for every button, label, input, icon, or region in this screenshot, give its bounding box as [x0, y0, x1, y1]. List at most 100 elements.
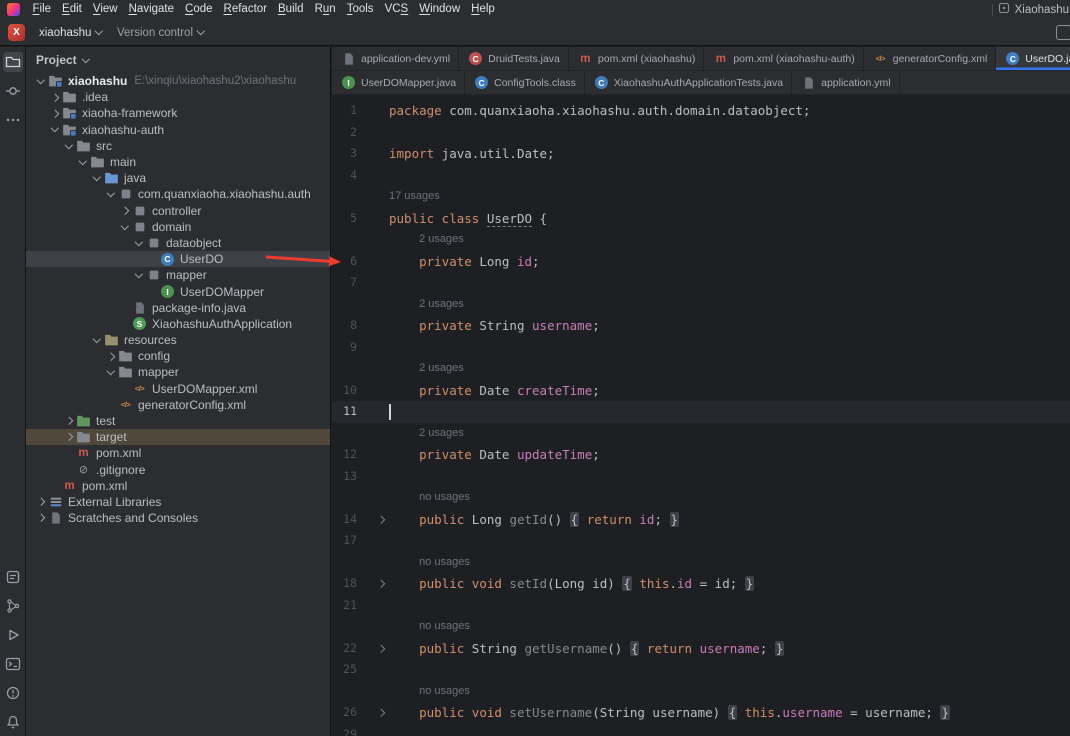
chevron-collapsed-icon[interactable]: [48, 89, 61, 105]
problems-icon[interactable]: [3, 683, 23, 703]
chevron-collapsed-icon[interactable]: [34, 510, 47, 526]
tree-item-domain[interactable]: domain: [26, 219, 330, 235]
tree-item-pom-xml[interactable]: m pom.xml: [26, 445, 330, 461]
chevron-collapsed-icon[interactable]: [118, 203, 131, 219]
editor-line-10[interactable]: 10 private Date createTime;: [332, 380, 1070, 402]
tree-item-xiaohashuauthapplication[interactable]: S XiaohashuAuthApplication: [26, 316, 330, 332]
tree-item-scratches-and-consoles[interactable]: Scratches and Consoles: [26, 510, 330, 526]
fold-collapsed-icon[interactable]: [357, 509, 389, 531]
toolbar-right-icon[interactable]: [1056, 25, 1070, 40]
tree-item-userdomapper[interactable]: I UserDOMapper: [26, 283, 330, 299]
tree-item-com-quanxiaoha-xiaohashu-auth[interactable]: com.quanxiaoha.xiaohashu.auth: [26, 186, 330, 202]
project-avatar[interactable]: X: [8, 24, 25, 41]
editor-line-4[interactable]: 4: [332, 165, 1070, 187]
tree-item-userdo[interactable]: C UserDO: [26, 251, 330, 268]
tree-item-target[interactable]: target: [26, 429, 330, 446]
usages-hint[interactable]: 2 usages: [332, 294, 1070, 316]
tab-userdomapper-java[interactable]: I UserDOMapper.java: [332, 71, 466, 94]
menu-file[interactable]: File: [27, 0, 57, 19]
chevron-expanded-icon[interactable]: [76, 154, 89, 170]
usages-hint[interactable]: 17 usages: [332, 186, 1070, 208]
chevron-collapsed-icon[interactable]: [34, 494, 47, 510]
editor-line-12[interactable]: 12 private Date updateTime;: [332, 444, 1070, 466]
tree-item-src[interactable]: src: [26, 138, 330, 154]
menu-help[interactable]: Help: [466, 0, 501, 19]
menu-edit[interactable]: Edit: [57, 0, 88, 19]
usages-hint[interactable]: no usages: [332, 487, 1070, 509]
editor-line-26[interactable]: 26 public void setUsername(String userna…: [332, 702, 1070, 724]
tree-item-resources[interactable]: resources: [26, 332, 330, 348]
chevron-collapsed-icon[interactable]: [48, 105, 61, 121]
chevron-expanded-icon[interactable]: [34, 73, 47, 89]
project-icon[interactable]: [2, 52, 23, 72]
editor-line-25[interactable]: 25: [332, 659, 1070, 681]
chevron-collapsed-icon[interactable]: [62, 413, 75, 429]
tree-item-test[interactable]: test: [26, 413, 330, 429]
terminal-icon[interactable]: [3, 654, 23, 674]
menu-run[interactable]: Run: [309, 0, 341, 19]
menu-vcs[interactable]: VCS: [379, 0, 414, 19]
project-selector[interactable]: xiaohashu: [33, 25, 108, 41]
chevron-expanded-icon[interactable]: [104, 186, 117, 202]
tree-item-xiaohashu-auth[interactable]: xiaohashu-auth: [26, 122, 330, 138]
editor-line-29[interactable]: 29: [332, 724, 1070, 736]
tab-generatorconfig-xml[interactable]: </> generatorConfig.xml: [864, 47, 997, 70]
editor-line-14[interactable]: 14 public Long getId() { return id; }: [332, 509, 1070, 531]
chevron-expanded-icon[interactable]: [132, 235, 145, 251]
tab-configtools-class[interactable]: C ConfigTools.class: [465, 71, 585, 94]
tab-application-yml[interactable]: application.yml: [792, 71, 900, 94]
editor-line-9[interactable]: 9: [332, 337, 1070, 359]
editor-line-21[interactable]: 21: [332, 595, 1070, 617]
tab-druidtests-java[interactable]: C DruidTests.java: [459, 47, 569, 70]
tree-item-mapper[interactable]: mapper: [26, 364, 330, 380]
menu-build[interactable]: Build: [273, 0, 310, 19]
vcs-selector[interactable]: Version control: [111, 25, 210, 41]
usages-hint[interactable]: 2 usages: [332, 423, 1070, 445]
menu-navigate[interactable]: Navigate: [123, 0, 179, 19]
more-icon[interactable]: [3, 110, 23, 130]
tree-item-xiaohashu[interactable]: xiaohashu E:\xinqiu\xiaohashu2\xiaohashu: [26, 73, 330, 89]
chevron-expanded-icon[interactable]: [90, 170, 103, 186]
tree-item-dataobject[interactable]: dataobject: [26, 235, 330, 251]
editor-line-5[interactable]: 5 public class UserDO {: [332, 208, 1070, 230]
tree-item-main[interactable]: main: [26, 154, 330, 170]
menu-code[interactable]: Code: [180, 0, 219, 19]
code-editor[interactable]: 1 package com.quanxiaoha.xiaohashu.auth.d…: [332, 95, 1070, 736]
tree-item-external-libraries[interactable]: External Libraries: [26, 494, 330, 510]
tab-pom-xml-xiaohashu-auth[interactable]: m pom.xml (xiaohashu-auth): [704, 47, 864, 70]
chevron-expanded-icon[interactable]: [90, 332, 103, 348]
editor-line-18[interactable]: 18 public void setId(Long id) { this.id …: [332, 573, 1070, 595]
editor-line-11[interactable]: 11: [332, 401, 1070, 423]
chevron-expanded-icon[interactable]: [132, 267, 145, 283]
tree-item-mapper[interactable]: mapper: [26, 267, 330, 283]
tab-application-dev-yml[interactable]: application-dev.yml: [332, 47, 460, 70]
tree-item-generatorconfig-xml[interactable]: </> generatorConfig.xml: [26, 397, 330, 413]
tree-item-gitignore[interactable]: ⊘ .gitignore: [26, 462, 330, 478]
tree-item-userdomapper-xml[interactable]: </> UserDOMapper.xml: [26, 381, 330, 397]
chevron-expanded-icon[interactable]: [62, 138, 75, 154]
menu-refactor[interactable]: Refactor: [218, 0, 272, 19]
editor-line-8[interactable]: 8 private String username;: [332, 315, 1070, 337]
usages-hint[interactable]: no usages: [332, 616, 1070, 638]
tree-item-idea[interactable]: .idea: [26, 89, 330, 105]
usages-hint[interactable]: no usages: [332, 681, 1070, 703]
structure-icon[interactable]: [3, 596, 23, 616]
editor-line-2[interactable]: 2: [332, 122, 1070, 144]
fold-collapsed-icon[interactable]: [357, 702, 389, 724]
tree-item-pom-xml[interactable]: m pom.xml: [26, 478, 330, 494]
usages-hint[interactable]: 2 usages: [332, 229, 1070, 251]
chevron-expanded-icon[interactable]: [48, 122, 61, 138]
editor-line-13[interactable]: 13: [332, 466, 1070, 488]
menu-tools[interactable]: Tools: [341, 0, 379, 19]
menu-view[interactable]: View: [87, 0, 123, 19]
tab-userdo-java[interactable]: CUserDO.java×: [996, 47, 1070, 70]
editor-line-6[interactable]: 6 private Long id;: [332, 251, 1070, 273]
chevron-expanded-icon[interactable]: [118, 219, 131, 235]
tab-pom-xml-xiaohashu[interactable]: m pom.xml (xiaohashu): [569, 47, 705, 70]
editor-line-17[interactable]: 17: [332, 530, 1070, 552]
tree-item-controller[interactable]: controller: [26, 203, 330, 219]
tree-item-xiaoha-framework[interactable]: xiaoha-framework: [26, 105, 330, 121]
chevron-collapsed-icon[interactable]: [104, 348, 117, 364]
chevron-collapsed-icon[interactable]: [62, 429, 75, 445]
editor-line-7[interactable]: 7: [332, 272, 1070, 294]
